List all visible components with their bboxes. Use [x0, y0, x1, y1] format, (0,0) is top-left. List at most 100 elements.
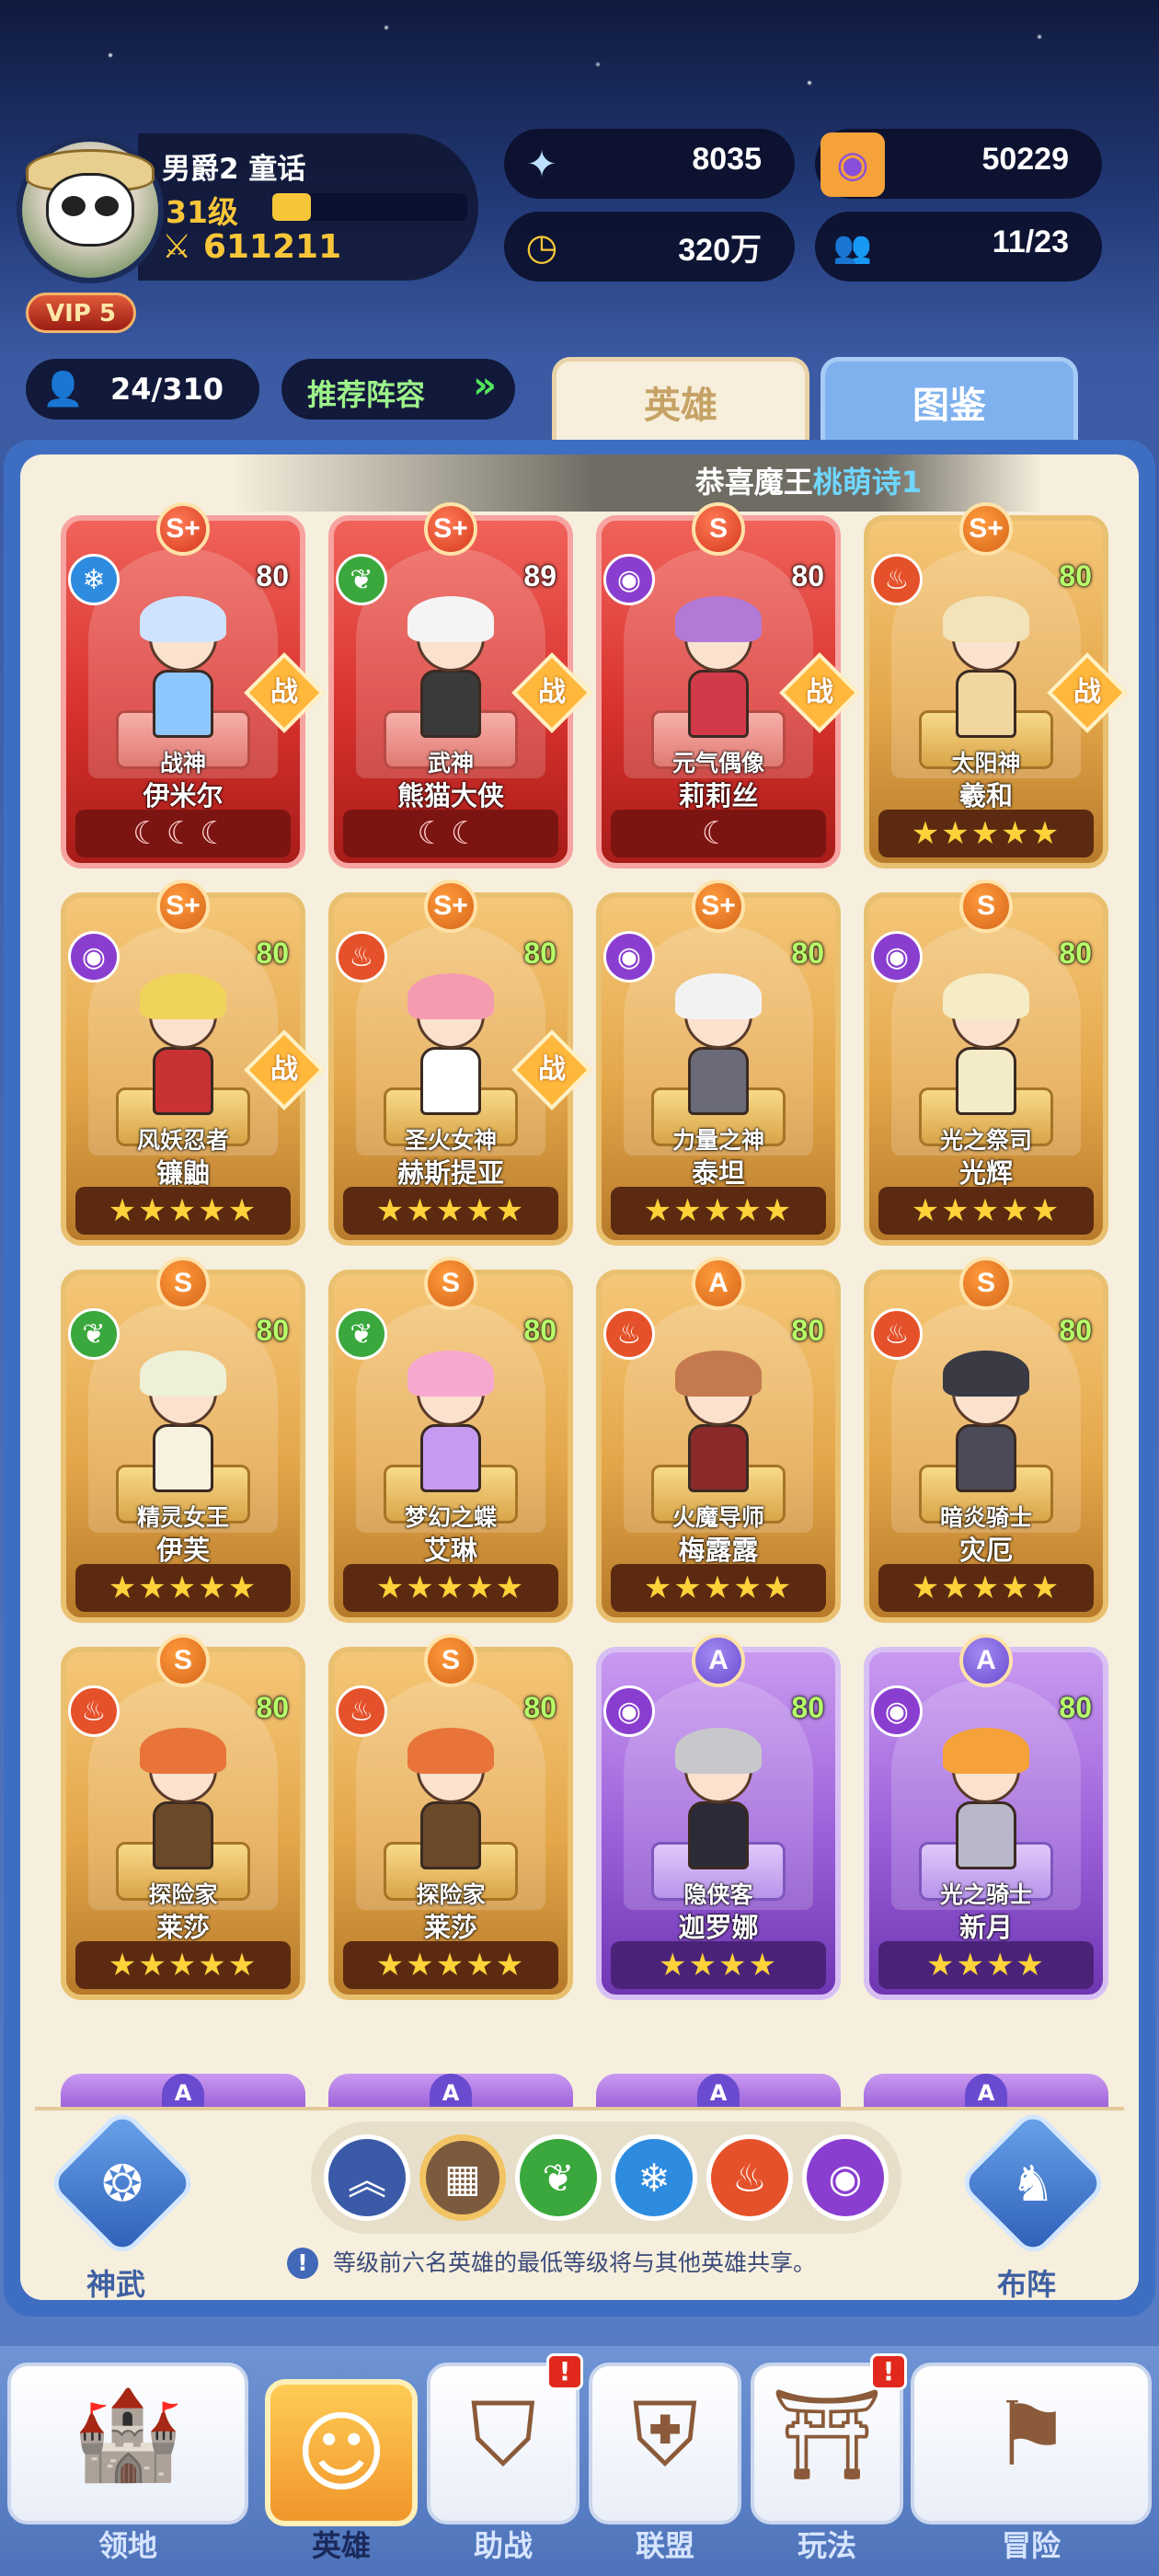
hero-card[interactable]: S+ ◉ 80 力量之神 泰坦 ★★★★★ [596, 880, 841, 1246]
divine-weapon-button[interactable]: ❂ [45, 2106, 200, 2260]
hero-level: 80 [791, 1314, 824, 1347]
hero-level: 80 [791, 559, 824, 592]
nature-element-icon: ❦ [68, 1308, 120, 1360]
hero-body [688, 1047, 749, 1115]
hero-card[interactable]: S+ ♨ 80 战圣火女神 赫斯提亚 ★★★★★ [328, 880, 592, 1246]
hero-card[interactable]: A ◉ 80 光之骑士 新月 ★★★★ [864, 1634, 1108, 2000]
hero-hair [407, 596, 494, 642]
grid-all-icon[interactable]: ▦ [419, 2134, 506, 2221]
hero-hair [140, 596, 226, 642]
hero-body [956, 670, 1016, 738]
hero-card[interactable]: S ◉ 80 战元气偶像 莉莉丝 ☾ [596, 502, 860, 868]
hero-hair [407, 1351, 494, 1397]
hero-level: 80 [523, 1691, 557, 1724]
formation-button[interactable]: ♞ [956, 2106, 1110, 2260]
hero-body [956, 1047, 1016, 1115]
nav-alliance[interactable]: ⛨ [589, 2363, 741, 2524]
nav-heroes[interactable]: ☺ [265, 2379, 418, 2526]
hero-title: 精灵女王 [136, 1504, 229, 1531]
hero-card-peek[interactable]: A [596, 2074, 841, 2110]
grade-badge: S+ [424, 502, 477, 556]
fire-element-icon[interactable]: ♨ [706, 2134, 793, 2221]
star-rank: ★★★★★ [343, 1187, 558, 1235]
nature-element-icon[interactable]: ❦ [515, 2134, 602, 2221]
hero-title: 光之骑士 [939, 1881, 1032, 1908]
hero-hair [407, 1728, 494, 1774]
hero-card[interactable]: S ♨ 80 探险家 莱莎 ★★★★★ [328, 1634, 573, 2000]
grade-badge: A [965, 2074, 1007, 2110]
vip-badge[interactable]: VIP 5 [26, 293, 136, 333]
notice-prefix: 恭喜魔王 [694, 465, 813, 500]
hero-title: 太阳神 [951, 750, 1021, 776]
alert-badge: ! [546, 2353, 583, 2390]
resource-diamond[interactable]: ✦ 8035 [504, 129, 795, 199]
player-avatar[interactable] [17, 136, 164, 283]
hero-level: 80 [256, 1691, 289, 1724]
nature-element-icon: ❦ [336, 1308, 387, 1360]
hero-card[interactable]: S ♨ 80 暗炎骑士 灾厄 ★★★★★ [864, 1257, 1108, 1623]
nav-assist[interactable]: ⛉! [427, 2353, 583, 2524]
grade-badge: A [430, 2074, 472, 2110]
hero-card[interactable]: S+ ❄ 80 战战神 伊米尔 ☾☾☾ [61, 502, 325, 868]
hero-body [420, 1047, 481, 1115]
hero-portrait [123, 1351, 243, 1496]
hero-count[interactable]: 👤 24/310 [26, 359, 259, 420]
hero-title: 战神 [159, 750, 206, 776]
sort-up-icon[interactable]: ︽ [324, 2134, 410, 2221]
dark-element-icon: ◉ [603, 1685, 655, 1737]
helmet-icon: ⛉ [470, 2383, 536, 2486]
friends-icon: 👥 [832, 229, 873, 266]
panda-face-icon [46, 173, 134, 247]
hero-name: 光辉 [958, 1157, 1013, 1189]
hero-card-peek[interactable]: A [328, 2074, 573, 2110]
hero-body [420, 1424, 481, 1492]
nav-territory[interactable]: 🏰 [7, 2363, 248, 2524]
hero-title: 梦幻之蝶 [404, 1504, 497, 1531]
divine-weapon-label: 神武 [86, 2267, 146, 2300]
player-name: 男爵2 童话 [162, 153, 306, 186]
hero-body [420, 670, 481, 738]
star-rank: ★★★★★ [75, 1187, 291, 1235]
hero-card[interactable]: S ❦ 80 梦幻之蝶 艾琳 ★★★★★ [328, 1257, 573, 1623]
resource-gold[interactable]: ◷ 320万 [504, 212, 795, 282]
battle-label: 战 [538, 1053, 566, 1086]
hero-title: 圣火女神 [404, 1127, 497, 1154]
double-chevron-right-icon: » [473, 364, 497, 407]
hero-portrait [123, 973, 243, 1119]
fire-element-icon: ♨ [871, 554, 923, 605]
hero-card[interactable]: S+ ◉ 80 战风妖忍者 镰鼬 ★★★★★ [61, 880, 325, 1246]
hero-card[interactable]: S ♨ 80 探险家 莱莎 ★★★★★ [61, 1634, 305, 2000]
hero-card[interactable]: S ◉ 80 光之祭司 光辉 ★★★★★ [864, 880, 1108, 1246]
flag-icon: ⚑ [991, 2383, 1072, 2486]
hero-card[interactable]: A ♨ 80 火魔导师 梅露露 ★★★★★ [596, 1257, 841, 1623]
resource-purple-coin[interactable]: ◉ 50229 [815, 129, 1102, 199]
grade-badge: A [692, 1634, 745, 1687]
star-rank: ★★★★★ [878, 1187, 1094, 1235]
hero-portrait [659, 973, 778, 1119]
hero-card[interactable]: S+ ❦ 89 战武神 熊猫大侠 ☾☾ [328, 502, 592, 868]
nav-territory-label: 领地 [98, 2528, 157, 2563]
nav-alliance-label: 联盟 [635, 2528, 694, 2563]
recommend-lineup-button[interactable]: 推荐阵容 » [281, 359, 515, 420]
star-rank: ☾☾☾ [75, 810, 291, 857]
hero-portrait [391, 1728, 511, 1873]
hero-card-peek[interactable]: A [864, 2074, 1108, 2110]
hero-card[interactable]: S+ ♨ 80 战太阳神 羲和 ★★★★★ [864, 502, 1128, 868]
star-rank: ★★★★★ [75, 1941, 291, 1989]
hero-hair [943, 973, 1029, 1019]
resource-friends[interactable]: 👥 11/23 [815, 212, 1102, 282]
dark-element-icon[interactable]: ◉ [802, 2134, 889, 2221]
nav-adventure-label: 冒险 [1001, 2528, 1061, 2563]
hero-hair [943, 1351, 1029, 1397]
water-element-icon[interactable]: ❄ [611, 2134, 697, 2221]
nav-adventure[interactable]: ⚑ [911, 2363, 1152, 2524]
hero-card-peek[interactable]: A [61, 2074, 305, 2110]
hero-hair [943, 1728, 1029, 1774]
hero-card[interactable]: A ◉ 80 隐侠客 迦罗娜 ★★★★ [596, 1634, 841, 2000]
hero-card[interactable]: S ❦ 80 精灵女王 伊芙 ★★★★★ [61, 1257, 305, 1623]
hero-name: 莉莉丝 [678, 780, 759, 811]
dark-element-icon: ◉ [871, 931, 923, 983]
level-progress-bar [272, 193, 467, 221]
swords-icon: ⚔ [162, 228, 192, 266]
nav-gameplay[interactable]: ⛩! [751, 2353, 907, 2524]
